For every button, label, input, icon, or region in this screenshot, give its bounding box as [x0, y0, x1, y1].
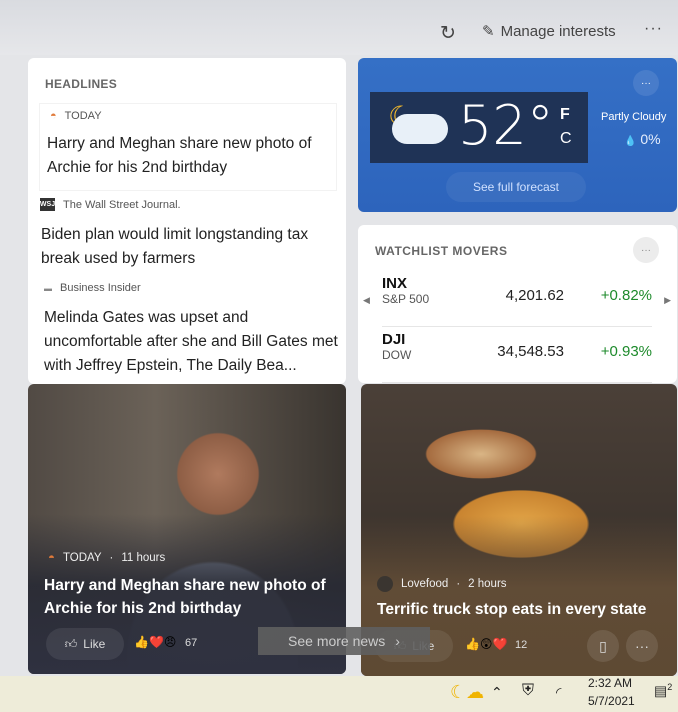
- weather-more-button[interactable]: ···: [633, 70, 659, 96]
- manage-interests-button[interactable]: ✎ Manage interests: [482, 22, 616, 41]
- previous-arrow-icon[interactable]: ◀: [363, 295, 370, 306]
- card-source: TODAY: [62, 552, 102, 564]
- bookmark-icon[interactable]: ▯: [587, 630, 619, 662]
- headline-source: The Wall Street Journal.: [63, 198, 181, 211]
- headlines-card: HEADLINES ◓ TODAY Harry and Meghan share …: [28, 58, 346, 384]
- card-time: 2 hours: [468, 578, 507, 590]
- more-options-button[interactable]: ···: [644, 20, 663, 38]
- stock-value: 34,548.53: [497, 343, 564, 360]
- watchlist-more-button[interactable]: ···: [633, 237, 659, 263]
- manage-interests-label: Manage interests: [500, 22, 616, 40]
- watchlist-card: WATCHLIST MOVERS ··· ◀ ▶ INX S&P 500 4,2…: [358, 225, 677, 383]
- headline-source: Business Insider: [60, 282, 141, 294]
- clock-time[interactable]: 2:32 AM: [588, 676, 632, 690]
- next-arrow-icon[interactable]: ▶: [664, 295, 671, 306]
- cloud-icon: [392, 114, 448, 144]
- reaction-count: 12: [515, 639, 528, 651]
- headline-title: Biden plan would limit longstanding tax …: [41, 226, 309, 267]
- see-full-forecast-button[interactable]: See full forecast: [446, 172, 586, 202]
- card-source: Lovefood: [401, 578, 449, 590]
- watchlist-row[interactable]: DJI DOW 34,548.53 +0.93%: [382, 331, 652, 383]
- headlines-title: HEADLINES: [45, 77, 118, 91]
- precipitation: 💧 0%: [624, 131, 661, 147]
- watchlist-row[interactable]: INX S&P 500 4,201.62 +0.82%: [382, 275, 652, 327]
- headline-title: Melinda Gates was upset and uncomfortabl…: [44, 309, 338, 374]
- stock-value: 4,201.62: [505, 287, 564, 304]
- headline-title: Harry and Meghan share new photo of Arch…: [47, 135, 312, 176]
- taskbar: ☾☁ ⌃ ⛨ ◜ 2:32 AM 5/7/2021 ▤2: [0, 676, 678, 712]
- thumbs-up-icon: 👍︎: [64, 636, 78, 651]
- business-insider-logo-icon: ▬: [44, 283, 52, 293]
- weather-card[interactable]: ··· ☾ 52° F C Partly Cloudy 💧 0% See ful…: [358, 58, 677, 212]
- watchlist-title: WATCHLIST MOVERS: [375, 244, 508, 258]
- see-more-news-button[interactable]: See more news ›: [258, 627, 430, 655]
- pencil-icon: ✎: [482, 23, 495, 40]
- refresh-icon[interactable]: ↻: [440, 22, 460, 44]
- security-shield-icon[interactable]: ⛨: [522, 682, 534, 700]
- weather-condition: Partly Cloudy: [601, 111, 667, 123]
- raindrop-icon: 💧: [624, 136, 637, 147]
- clock-date[interactable]: 5/7/2021: [588, 694, 635, 708]
- card-title: Terrific truck stop eats in every state: [377, 601, 647, 618]
- unit-f-toggle[interactable]: F: [560, 106, 570, 124]
- today-logo-icon: ◓: [50, 110, 57, 122]
- wsj-logo-icon: WSJ: [40, 198, 55, 211]
- reactions-icons[interactable]: 👍😲❤️: [465, 637, 507, 651]
- headline-source: TODAY: [64, 110, 102, 122]
- reaction-count: 67: [185, 637, 198, 649]
- unit-c-toggle[interactable]: C: [560, 130, 572, 148]
- card-more-button[interactable]: ···: [626, 630, 658, 662]
- headline-item[interactable]: ▬ Business Insider Melinda Gates was upse…: [40, 280, 340, 380]
- today-logo-icon: ◓: [48, 552, 55, 564]
- headline-item[interactable]: ◓ TODAY Harry and Meghan share new photo …: [40, 104, 336, 190]
- notification-center-icon[interactable]: ▤2: [654, 682, 672, 700]
- lovefood-logo-icon: [377, 576, 393, 592]
- stock-change: +0.82%: [600, 287, 652, 304]
- weather-taskbar-icon[interactable]: ☾☁: [450, 682, 484, 703]
- wifi-icon[interactable]: ◜: [556, 684, 561, 701]
- weather-display: ☾ 52° F C: [370, 92, 588, 163]
- temperature: 52°: [458, 94, 554, 157]
- chevron-right-icon: ›: [395, 633, 400, 649]
- stock-change: +0.93%: [600, 343, 652, 360]
- card-time: 11 hours: [121, 552, 166, 564]
- card-title: Harry and Meghan share new photo of Arch…: [44, 577, 326, 617]
- headline-item[interactable]: WSJ The Wall Street Journal. Biden plan w…: [40, 196, 336, 274]
- like-button[interactable]: 👍︎Like: [46, 628, 124, 660]
- chevron-up-icon[interactable]: ⌃: [491, 684, 503, 701]
- reactions-icons[interactable]: 👍❤️😠: [134, 635, 176, 649]
